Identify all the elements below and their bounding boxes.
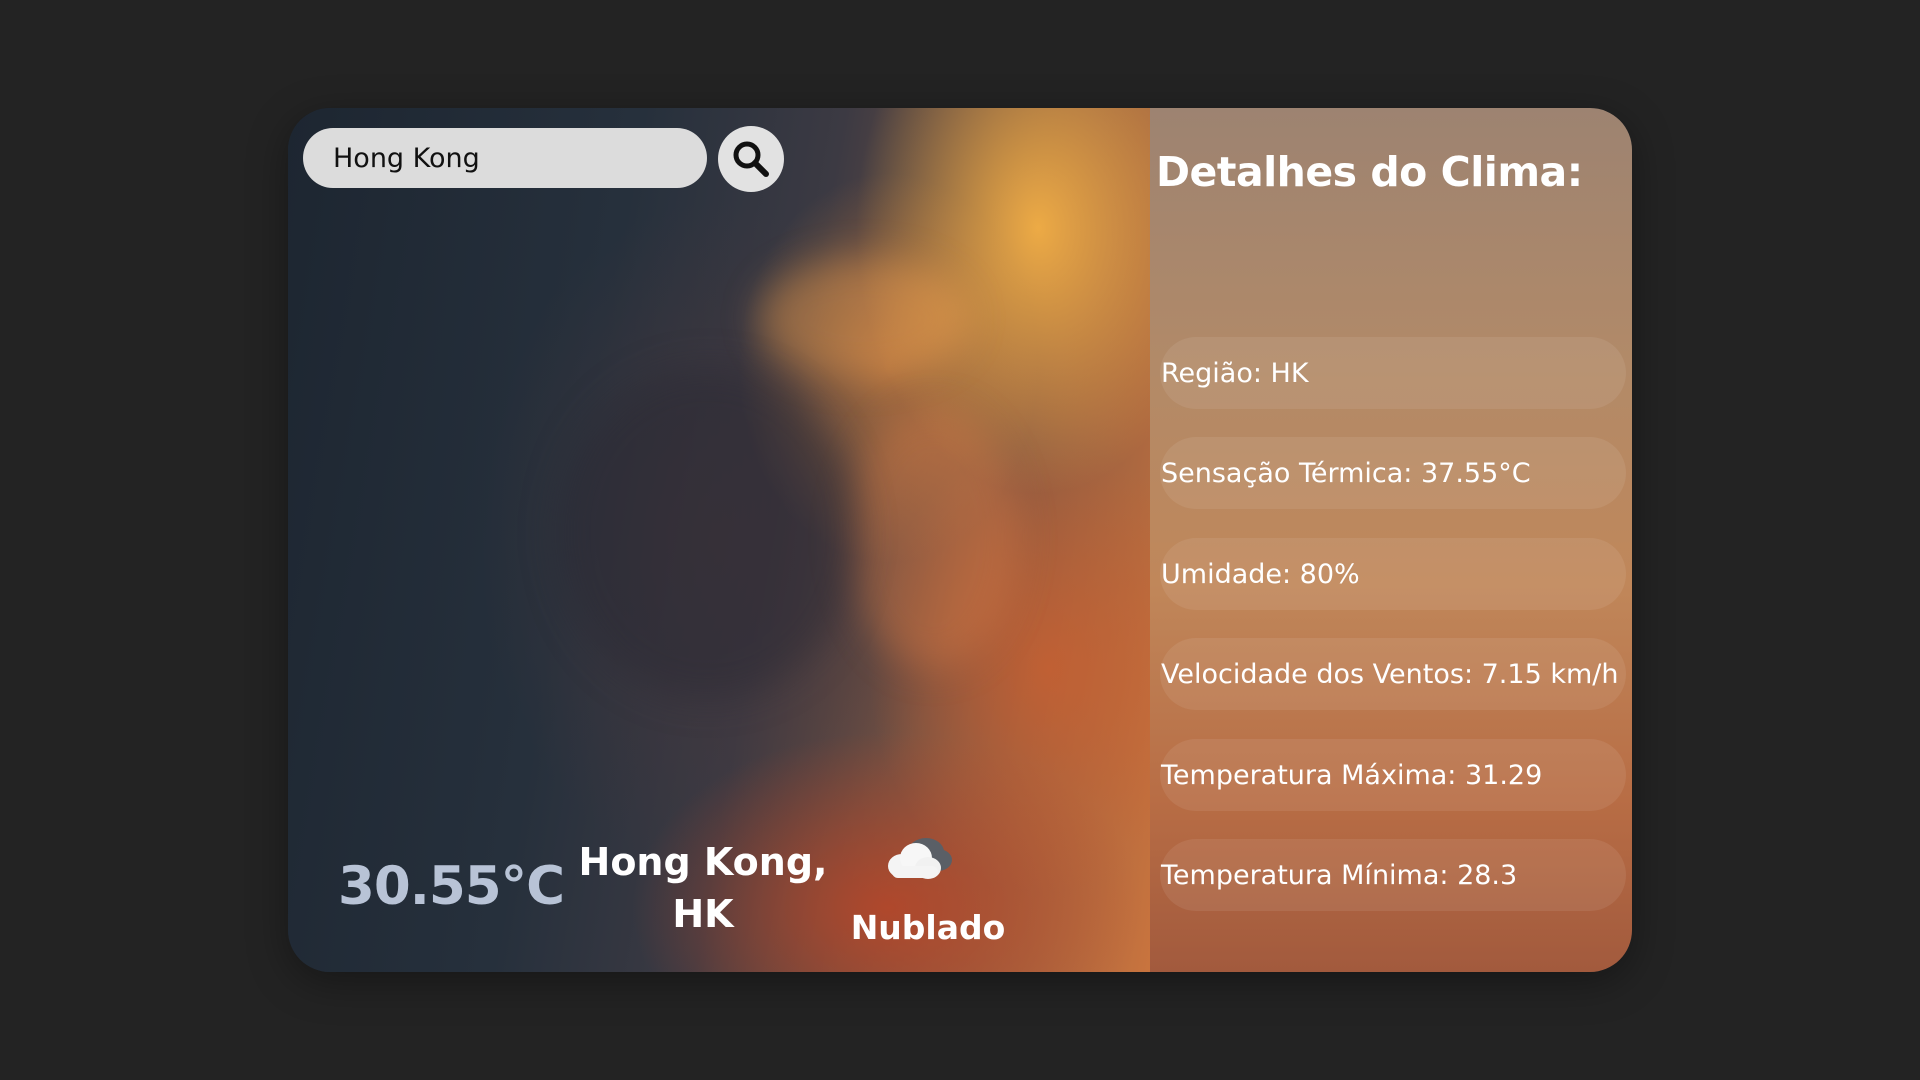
cloud-shadow <box>558 368 858 698</box>
cloud-highlight <box>758 258 968 378</box>
weather-background: 30.55°C Hong Kong, HK Nublado <box>288 108 1150 972</box>
search-input[interactable] <box>303 128 707 188</box>
current-temperature: 30.55°C <box>338 856 565 917</box>
detail-region: Região: HK <box>1160 337 1626 409</box>
detail-humidity: Umidade: 80% <box>1160 538 1626 610</box>
weather-app: 30.55°C Hong Kong, HK Nublado Detalhes d… <box>288 108 1632 972</box>
search-button[interactable] <box>718 126 784 192</box>
detail-max-temp: Temperatura Máxima: 31.29 <box>1160 739 1626 811</box>
city-name: Hong Kong, HK <box>578 840 828 936</box>
detail-feels-like: Sensação Térmica: 37.55°C <box>1160 437 1626 509</box>
details-panel: Detalhes do Clima: Região: HK Sensação T… <box>1150 108 1632 972</box>
weather-condition: Nublado <box>850 908 1006 947</box>
search-icon <box>733 141 769 177</box>
cloud-highlight <box>848 408 1018 668</box>
details-title: Detalhes do Clima: <box>1156 148 1583 196</box>
detail-min-temp: Temperatura Mínima: 28.3 <box>1160 839 1626 911</box>
cloud-icon <box>888 838 952 879</box>
detail-wind-speed: Velocidade dos Ventos: 7.15 km/h <box>1160 638 1626 710</box>
